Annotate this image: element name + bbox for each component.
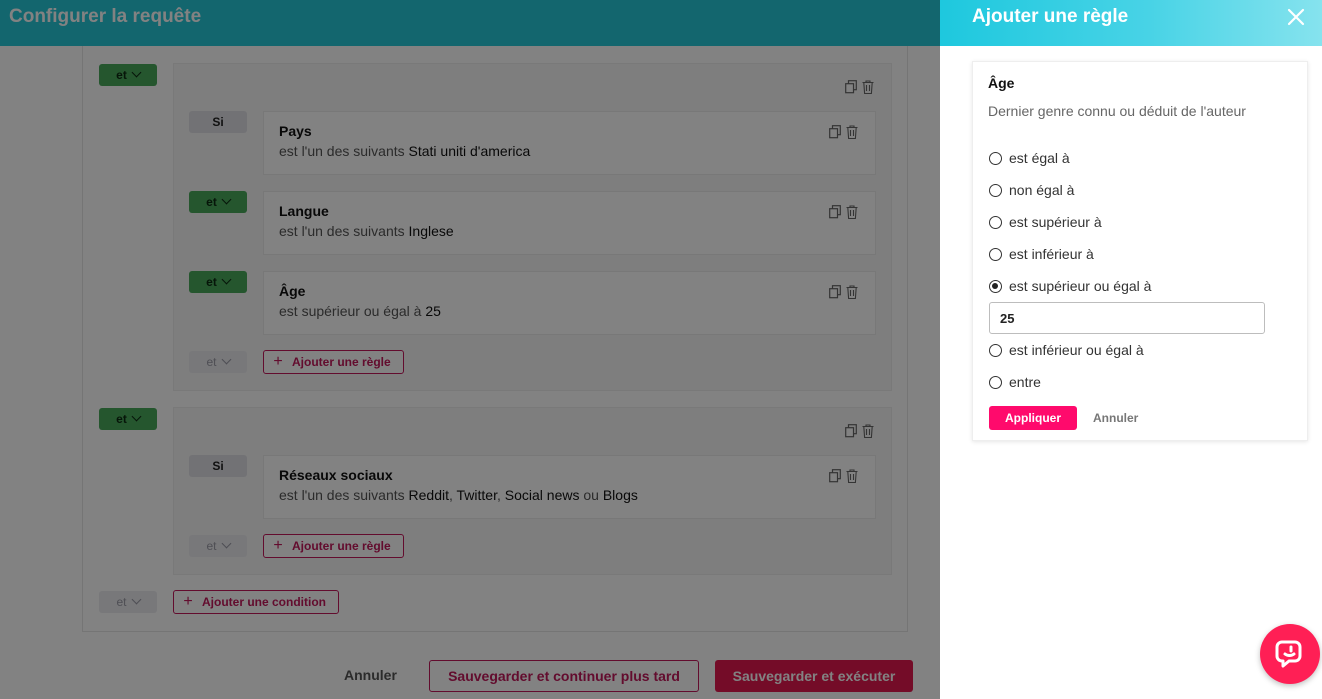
radio-button[interactable] bbox=[989, 183, 1002, 197]
option-greater[interactable]: est supérieur à bbox=[989, 212, 1102, 232]
option-label: non égal à bbox=[1009, 182, 1075, 198]
option-label: est égal à bbox=[1009, 150, 1070, 166]
panel-title: Ajouter une règle bbox=[972, 6, 1129, 27]
panel-header: Ajouter une règle bbox=[940, 0, 1322, 46]
radio-button[interactable] bbox=[989, 247, 1002, 261]
radio-button[interactable] bbox=[989, 375, 1002, 389]
option-less-or-equal[interactable]: est inférieur ou égal à bbox=[989, 340, 1144, 360]
option-label: est supérieur à bbox=[1009, 214, 1102, 230]
option-less[interactable]: est inférieur à bbox=[989, 244, 1094, 264]
value-input[interactable] bbox=[989, 302, 1265, 334]
radio-button-selected[interactable] bbox=[989, 279, 1002, 293]
option-greater-or-equal[interactable]: est supérieur ou égal à bbox=[989, 276, 1151, 296]
option-label: est supérieur ou égal à bbox=[1009, 278, 1152, 294]
radio-button[interactable] bbox=[989, 151, 1002, 165]
query-configurator: Configurer la requête et Si Pays est l'u… bbox=[0, 0, 940, 699]
option-label: entre bbox=[1009, 374, 1041, 390]
option-not-equal[interactable]: non égal à bbox=[989, 180, 1074, 200]
radio-button[interactable] bbox=[989, 343, 1002, 357]
option-label: est inférieur à bbox=[1009, 246, 1094, 262]
option-equal[interactable]: est égal à bbox=[989, 148, 1070, 168]
modal-backdrop[interactable] bbox=[0, 0, 940, 699]
chat-widget-button[interactable] bbox=[1260, 624, 1320, 684]
cancel-button[interactable]: Annuler bbox=[1093, 411, 1138, 425]
close-icon[interactable] bbox=[1286, 7, 1306, 27]
add-rule-panel: Ajouter une règle Âge Dernier genre conn… bbox=[940, 0, 1322, 699]
apply-button[interactable]: Appliquer bbox=[989, 406, 1077, 430]
option-between[interactable]: entre bbox=[989, 372, 1041, 392]
rule-editor-title: Âge bbox=[988, 75, 1015, 91]
rule-editor-description: Dernier genre connu ou déduit de l'auteu… bbox=[988, 103, 1246, 119]
radio-button[interactable] bbox=[989, 215, 1002, 229]
option-label: est inférieur ou égal à bbox=[1009, 342, 1144, 358]
chat-icon bbox=[1275, 640, 1302, 668]
rule-editor: Âge Dernier genre connu ou déduit de l'a… bbox=[972, 61, 1308, 441]
